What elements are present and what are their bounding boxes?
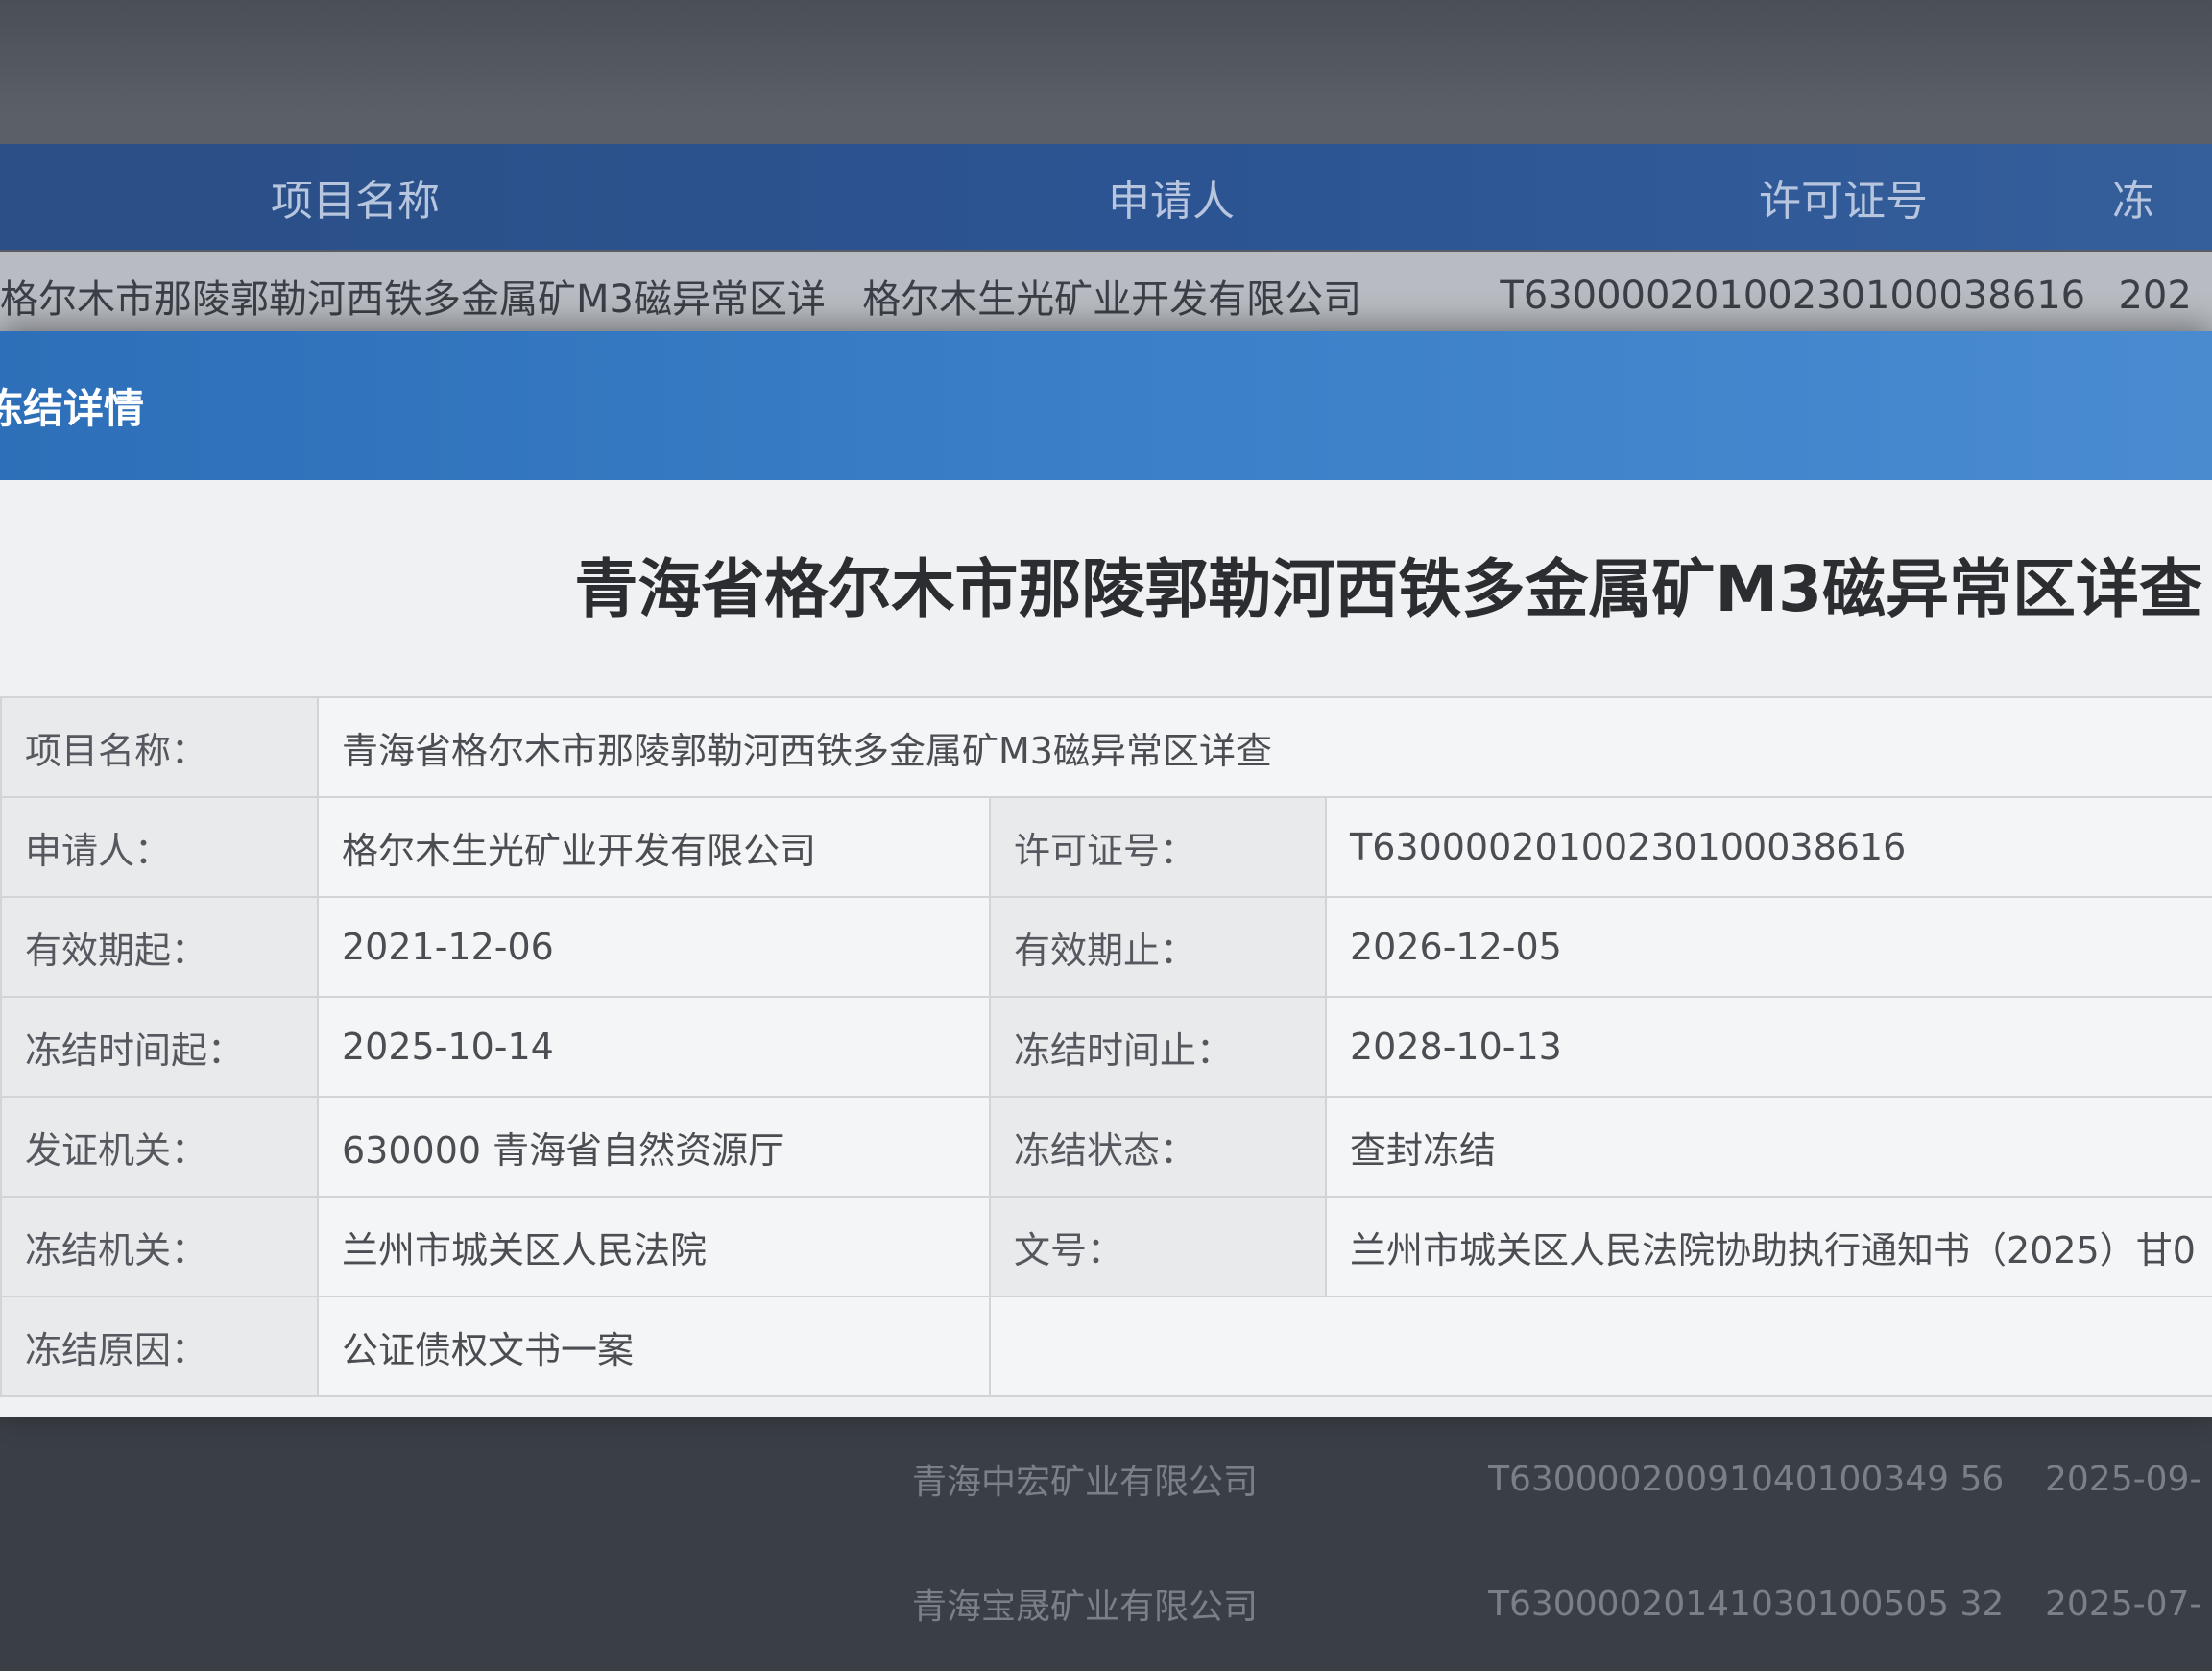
empty-cell — [989, 1296, 2212, 1397]
doc-no-value: 兰州市城关区人民法院协助执行通知书（2025）甘0 — [1325, 1196, 2212, 1297]
valid-from-value: 2021-12-06 — [317, 896, 991, 998]
table-row[interactable]: 格尔木市那陵郭勒河西铁多金属矿M3磁异常区详 格尔木生光矿业开发有限公司 T63… — [0, 252, 2212, 340]
freeze-authority-value: 兰州市城关区人民法院 — [317, 1196, 991, 1297]
column-header-applicant[interactable]: 申请人 — [710, 166, 1632, 228]
row-license: T63000020091040100349 56 — [1488, 1459, 2005, 1499]
valid-from-label: 有效期起： — [0, 896, 319, 998]
license-value: T63000020100230100038616 — [1325, 796, 2212, 898]
freeze-detail-dialog: 冻结详情 青海省格尔木市那陵郭勒河西铁多金属矿M3磁异常区详查 项目名称： 青海… — [0, 331, 2212, 1417]
freeze-reason-value: 公证债权文书一案 — [317, 1296, 991, 1397]
project-name-value: 青海省格尔木市那陵郭勒河西铁多金属矿M3磁异常区详查 — [317, 696, 2212, 798]
row-applicant: 青海中宏矿业有限公司 — [912, 1463, 1259, 1502]
row-applicant: 格尔木生光矿业开发有限公司 — [862, 278, 1362, 322]
doc-no-label: 文号： — [989, 1196, 1327, 1297]
freeze-from-label: 冻结时间起： — [0, 996, 319, 1098]
detail-table: 项目名称： 青海省格尔木市那陵郭勒河西铁多金属矿M3磁异常区详查 申请人： 格尔… — [0, 696, 2212, 1397]
column-header-freeze[interactable]: 冻 — [2055, 166, 2212, 228]
freeze-status-value: 查封冻结 — [1325, 1096, 2212, 1198]
valid-to-label: 有效期止： — [989, 896, 1327, 998]
applicant-value: 格尔木生光矿业开发有限公司 — [317, 796, 991, 898]
dialog-titlebar[interactable]: 冻结详情 — [0, 331, 2212, 480]
row-project: 格尔木市那陵郭勒河西铁多金属矿M3磁异常区详 — [0, 278, 825, 322]
freeze-authority-label: 冻结机关： — [0, 1196, 319, 1297]
table-row: 发证机关： 630000 青海省自然资源厅 冻结状态： 查封冻结 — [0, 1096, 2212, 1198]
row-date: 202 — [2118, 274, 2192, 318]
valid-to-value: 2026-12-05 — [1325, 896, 2212, 998]
issuer-value: 630000 青海省自然资源厅 — [317, 1096, 991, 1198]
row-date: 2025-07- — [2045, 1584, 2202, 1624]
issuer-label: 发证机关： — [0, 1096, 319, 1198]
license-label: 许可证号： — [989, 796, 1327, 898]
dialog-title: 冻结详情 — [0, 385, 145, 432]
column-header-license[interactable]: 许可证号 — [1632, 166, 2055, 228]
applicant-label: 申请人： — [0, 796, 319, 898]
table-header: 项目名称 申请人 许可证号 冻 — [0, 144, 2212, 250]
row-license: T63000020141030100505 32 — [1488, 1584, 2005, 1624]
freeze-from-value: 2025-10-14 — [317, 996, 991, 1098]
row-applicant: 青海宝晟矿业有限公司 — [912, 1587, 1259, 1627]
freeze-status-label: 冻结状态： — [989, 1096, 1327, 1198]
freeze-to-value: 2028-10-13 — [1325, 996, 2212, 1098]
project-heading: 青海省格尔木市那陵郭勒河西铁多金属矿M3磁异常区详查 — [574, 552, 2202, 626]
row-date: 2025-09- — [2045, 1459, 2202, 1499]
table-row: 有效期起： 2021-12-06 有效期止： 2026-12-05 — [0, 896, 2212, 998]
project-name-label: 项目名称： — [0, 696, 319, 798]
row-license: T63000020100230100038616 — [1500, 274, 2086, 318]
table-row: 项目名称： 青海省格尔木市那陵郭勒河西铁多金属矿M3磁异常区详查 — [0, 696, 2212, 798]
column-header-project[interactable]: 项目名称 — [0, 166, 710, 228]
table-row[interactable]: 青海中宏矿业有限公司 T63000020091040100349 56 2025… — [0, 1412, 2212, 1546]
table-row: 冻结机关： 兰州市城关区人民法院 文号： 兰州市城关区人民法院协助执行通知书（2… — [0, 1196, 2212, 1297]
table-row: 冻结原因： 公证债权文书一案 — [0, 1296, 2212, 1397]
table-row: 申请人： 格尔木生光矿业开发有限公司 许可证号： T63000020100230… — [0, 796, 2212, 898]
table-row: 冻结时间起： 2025-10-14 冻结时间止： 2028-10-13 — [0, 996, 2212, 1098]
freeze-to-label: 冻结时间止： — [989, 996, 1327, 1098]
freeze-reason-label: 冻结原因： — [0, 1296, 319, 1397]
table-row[interactable]: 青海宝晟矿业有限公司 T63000020141030100505 32 2025… — [0, 1537, 2212, 1671]
